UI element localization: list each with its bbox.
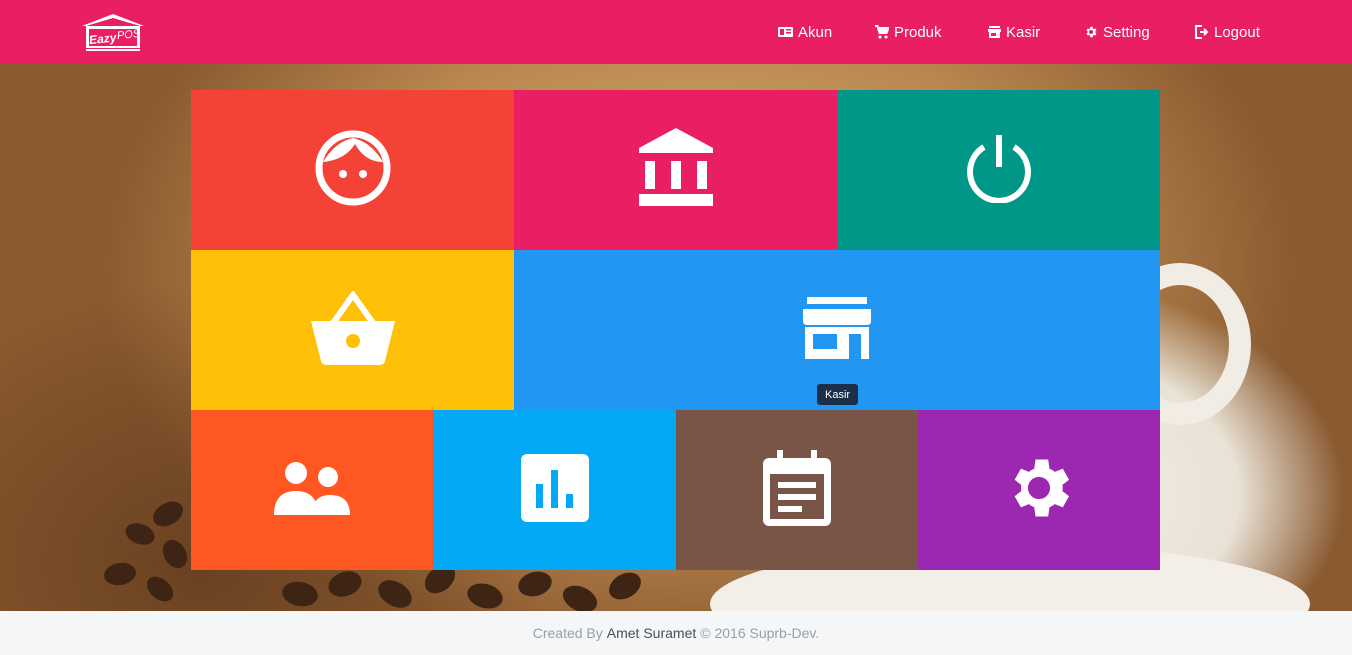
nav-produk[interactable]: Produk (875, 0, 942, 64)
kasir-tooltip: Kasir (817, 384, 859, 405)
logout-icon (1194, 25, 1209, 39)
svg-text:POS: POS (116, 28, 141, 42)
nav-kasir-label: Kasir (1006, 23, 1041, 41)
nav-kasir[interactable]: Kasir (988, 0, 1040, 64)
nav-setting-label: Setting (1103, 23, 1150, 41)
tile-settings[interactable] (918, 410, 1160, 570)
nav-produk-label: Produk (894, 23, 942, 41)
footer-author: Amet Suramet (606, 625, 697, 641)
nav-logout[interactable]: Logout (1194, 0, 1260, 64)
store-icon (803, 296, 871, 364)
nav-akun[interactable]: Akun (778, 0, 832, 64)
bank-icon (638, 127, 713, 213)
nav-akun-label: Akun (798, 23, 833, 41)
tile-calendar[interactable] (676, 410, 918, 570)
gear-icon (1084, 25, 1098, 39)
bar-chart-icon (520, 453, 589, 527)
calendar-icon (763, 449, 831, 531)
footer-prefix: Created By (532, 625, 603, 641)
people-icon (274, 461, 350, 520)
tile-basket[interactable] (191, 250, 514, 410)
top-navbar: Eazy POS Akun Produk Kasir Setting Logou… (0, 0, 1352, 64)
nav-logout-label: Logout (1214, 23, 1260, 41)
tile-people[interactable] (191, 410, 433, 570)
svg-text:Eazy: Eazy (88, 30, 118, 47)
tile-power[interactable] (837, 90, 1160, 250)
footer-suffix: © 2016 Suprb-Dev. (700, 625, 820, 641)
face-icon (315, 130, 391, 211)
tile-face[interactable] (191, 90, 514, 250)
power-icon (964, 133, 1034, 208)
cart-icon (875, 25, 889, 39)
tile-bank[interactable] (514, 90, 837, 250)
nav-setting[interactable]: Setting (1084, 0, 1150, 64)
eazypos-logo[interactable]: Eazy POS (80, 12, 146, 52)
id-card-icon (778, 26, 793, 38)
gear-icon (1001, 450, 1077, 531)
tile-chart[interactable] (433, 410, 676, 570)
basket-icon (310, 289, 395, 370)
footer: Created By Amet Suramet © 2016 Suprb-Dev… (0, 611, 1352, 655)
store-icon (988, 26, 1001, 38)
